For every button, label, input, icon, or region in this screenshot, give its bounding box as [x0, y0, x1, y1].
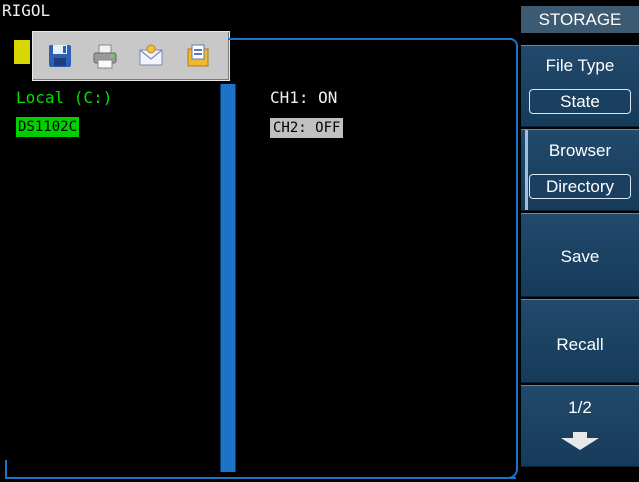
frame-corner: [510, 38, 518, 46]
frame-line: [5, 460, 7, 478]
pane-divider-edge: [235, 84, 236, 472]
save-label: Save: [560, 247, 600, 266]
frame-line: [228, 38, 510, 40]
file-item[interactable]: CH1: ON: [270, 88, 337, 107]
folder-item-selected[interactable]: DS1102C: [16, 117, 80, 137]
frame-corner: [508, 466, 518, 479]
frame-line: [5, 477, 516, 479]
drive-item[interactable]: Local (C:): [16, 88, 112, 107]
recall-label: Recall: [556, 335, 604, 354]
channel-marker: [14, 40, 30, 64]
frame-line: [516, 46, 518, 466]
recall-button[interactable]: Recall: [521, 299, 639, 383]
file-type-value: State: [529, 89, 631, 114]
save-floppy-icon[interactable]: [45, 41, 75, 71]
arrow-down-icon: [561, 432, 599, 450]
folder-files-icon[interactable]: [183, 41, 213, 71]
browser-softkey[interactable]: Browser Directory: [521, 129, 639, 211]
printer-icon[interactable]: [90, 41, 120, 71]
softkey-menu: STORAGE File Type State Browser Director…: [521, 0, 639, 482]
brand-label: RIGOL: [2, 1, 51, 20]
browser-value: Directory: [529, 174, 631, 199]
email-icon[interactable]: [136, 41, 166, 71]
oscilloscope-screen: RIGOL Local (C:) DS1102C CH1: ON CH2: OF…: [0, 0, 639, 482]
next-page-button[interactable]: 1/2: [521, 385, 639, 467]
page-indicator: 1/2: [568, 398, 592, 417]
save-button[interactable]: Save: [521, 213, 639, 297]
file-item-selected[interactable]: CH2: OFF: [270, 118, 344, 138]
pane-divider: [221, 84, 235, 472]
browser-label: Browser: [548, 141, 612, 160]
file-type-label: File Type: [545, 56, 615, 75]
storage-toolbar: [32, 31, 230, 81]
file-type-softkey[interactable]: File Type State: [521, 45, 639, 127]
menu-title: STORAGE: [521, 6, 639, 33]
